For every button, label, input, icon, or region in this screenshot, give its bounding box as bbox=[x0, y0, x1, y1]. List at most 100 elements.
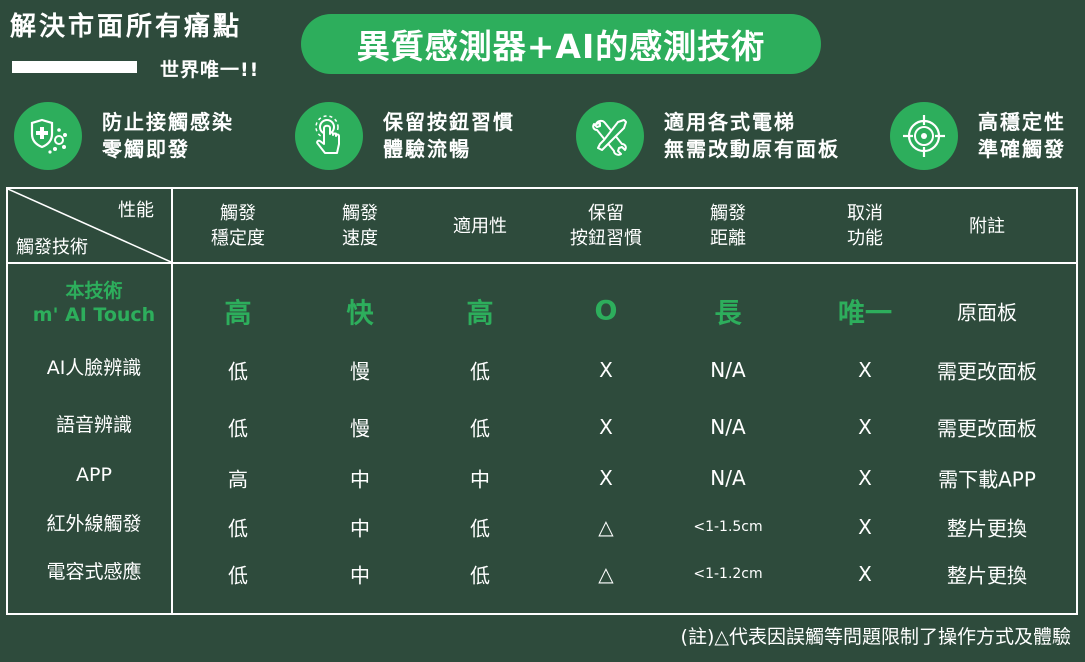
header-line2: 按鈕習慣 bbox=[570, 228, 642, 249]
table-cell: <1-1.5cm bbox=[693, 519, 763, 535]
header-cancel: 取消 功能 bbox=[847, 198, 883, 254]
header-applicability: 適用性 bbox=[453, 198, 507, 254]
feature-text: 適用各式電梯 無需改動原有面板 bbox=[664, 109, 840, 163]
table-cell: X bbox=[858, 358, 872, 382]
row-label-line1: 紅外線觸發 bbox=[46, 513, 142, 535]
table-cell: 低 bbox=[228, 516, 248, 541]
feature-item-stability: 高穩定性 準確觸發 bbox=[890, 100, 1066, 172]
table-cell: 低 bbox=[228, 359, 248, 384]
row-label-line1: AI人臉辨識 bbox=[46, 357, 142, 379]
table-cell: X bbox=[858, 515, 872, 539]
row-label-line1: 電容式感應 bbox=[46, 561, 142, 583]
table-cell: 低 bbox=[470, 416, 490, 441]
feature-item-compatibility: 適用各式電梯 無需改動原有面板 bbox=[576, 100, 840, 172]
header-line2: 功能 bbox=[847, 228, 883, 249]
table-cell: X bbox=[858, 562, 872, 586]
table-divider-vertical bbox=[171, 187, 173, 615]
table-cell: 整片更換 bbox=[947, 516, 1027, 541]
row-label-line1: APP bbox=[76, 464, 112, 486]
header-speed: 觸發 速度 bbox=[342, 198, 378, 254]
table-cell: 中 bbox=[470, 467, 490, 492]
feature-line2: 體驗流暢 bbox=[383, 137, 471, 161]
table-cell: 中 bbox=[350, 467, 370, 492]
row-label: 電容式感應 bbox=[46, 560, 141, 584]
table-cell: X bbox=[599, 358, 613, 382]
feature-line2: 準確觸發 bbox=[978, 137, 1066, 161]
table-cell: 中 bbox=[350, 563, 370, 588]
header-distance: 觸發 距離 bbox=[710, 198, 746, 254]
feature-line2: 無需改動原有面板 bbox=[664, 137, 840, 161]
table-cell: 唯一 bbox=[838, 298, 892, 330]
table-cell: △ bbox=[598, 515, 614, 539]
header-line1: 保留 bbox=[588, 203, 624, 224]
table-divider-horizontal bbox=[6, 262, 1078, 264]
row-label: 本技術 m' AI Touch bbox=[33, 279, 155, 327]
feature-line1: 防止接觸感染 bbox=[102, 110, 234, 134]
table-cell: 低 bbox=[470, 359, 490, 384]
table-cell: 慢 bbox=[350, 359, 370, 384]
header-line1: 適用性 bbox=[453, 215, 507, 237]
header-stability: 觸發 穩定度 bbox=[211, 198, 265, 254]
headline-underline-bar bbox=[12, 61, 137, 73]
feature-item-button-habit: 保留按鈕習慣 體驗流暢 bbox=[295, 100, 515, 172]
wrench-screwdriver-icon bbox=[576, 102, 644, 170]
table-cell: 需更改面板 bbox=[937, 359, 1037, 384]
row-label-line2: m' AI Touch bbox=[32, 304, 156, 326]
feature-line1: 高穩定性 bbox=[978, 110, 1066, 134]
corner-label-performance: 性能 bbox=[118, 200, 154, 221]
table-cell: △ bbox=[598, 562, 614, 586]
footnote: (註)△代表因誤觸等問題限制了操作方式及體驗 bbox=[680, 626, 1071, 648]
table-cell: 低 bbox=[470, 516, 490, 541]
finger-press-icon bbox=[295, 102, 363, 170]
table-cell: N/A bbox=[710, 415, 746, 439]
table-cell: 低 bbox=[228, 416, 248, 441]
table-cell: X bbox=[599, 466, 613, 490]
feature-line1: 保留按鈕習慣 bbox=[383, 110, 515, 134]
table-cell: X bbox=[599, 415, 613, 439]
header-line2: 距離 bbox=[710, 228, 746, 249]
table-cell: 原面板 bbox=[957, 300, 1017, 325]
header-line2: 速度 bbox=[342, 228, 378, 249]
table-cell: 低 bbox=[228, 563, 248, 588]
feature-text: 保留按鈕習慣 體驗流暢 bbox=[383, 109, 515, 163]
row-label: APP bbox=[76, 463, 112, 487]
table-cell: 低 bbox=[470, 563, 490, 588]
row-label: 語音辨識 bbox=[56, 413, 132, 437]
row-label-line1: 語音辨識 bbox=[55, 414, 133, 436]
feature-line2: 零觸即發 bbox=[102, 137, 190, 161]
title-pill-text: 異質感測器+AI的感測技術 bbox=[356, 27, 766, 66]
feature-item-touchless: 防止接觸感染 零觸即發 bbox=[14, 100, 234, 172]
shield-virus-icon bbox=[14, 102, 82, 170]
header-line1: 觸發 bbox=[342, 203, 378, 224]
table-cell: N/A bbox=[710, 466, 746, 490]
corner-label-technology: 觸發技術 bbox=[16, 237, 88, 258]
table-cell: O bbox=[594, 295, 618, 327]
table-cell: 長 bbox=[714, 298, 742, 330]
row-label-line1: 本技術 bbox=[65, 280, 123, 302]
table-cell: 高 bbox=[466, 298, 494, 330]
header-notes: 附註 bbox=[969, 198, 1005, 254]
feature-line1: 適用各式電梯 bbox=[664, 110, 796, 134]
feature-text: 高穩定性 準確觸發 bbox=[978, 109, 1066, 163]
table-cell: N/A bbox=[710, 358, 746, 382]
header-line1: 觸發 bbox=[710, 203, 746, 224]
table-cell: X bbox=[858, 415, 872, 439]
table-cell: <1-1.2cm bbox=[693, 566, 763, 582]
table-cell: 需更改面板 bbox=[937, 416, 1037, 441]
row-label: 紅外線觸發 bbox=[46, 512, 141, 536]
table-cell: 需下載APP bbox=[938, 467, 1036, 492]
table-cell: 快 bbox=[346, 298, 374, 330]
title-pill: 異質感測器+AI的感測技術 bbox=[301, 14, 821, 74]
table-cell: X bbox=[858, 466, 872, 490]
table-cell: 慢 bbox=[350, 416, 370, 441]
headline: 解決市面所有痛點 bbox=[10, 12, 243, 42]
header-line1: 附註 bbox=[969, 215, 1005, 237]
table-cell: 整片更換 bbox=[947, 563, 1027, 588]
table-cell: 高 bbox=[228, 467, 248, 492]
header-line1: 觸發 bbox=[220, 203, 256, 224]
crosshair-target-icon bbox=[890, 102, 958, 170]
row-label: AI人臉辨識 bbox=[47, 356, 142, 380]
sub-headline: 世界唯一!! bbox=[160, 59, 260, 81]
feature-text: 防止接觸感染 零觸即發 bbox=[102, 109, 234, 163]
header-button-habit: 保留 按鈕習慣 bbox=[570, 198, 642, 254]
